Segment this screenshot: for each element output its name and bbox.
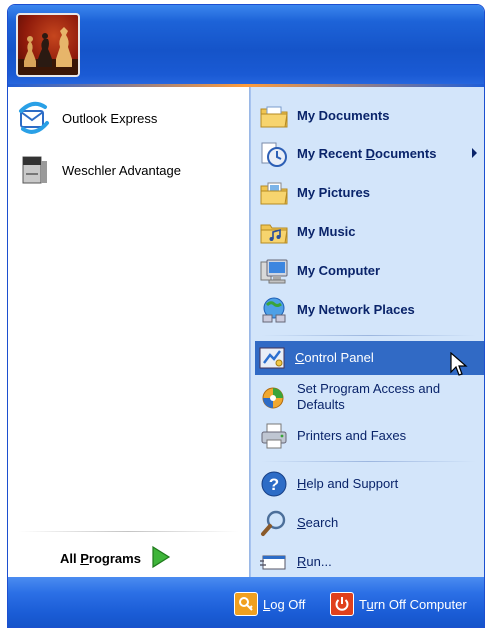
weschler-advantage-icon bbox=[16, 152, 52, 188]
start-menu-header bbox=[8, 5, 484, 87]
mouse-cursor-icon bbox=[450, 352, 468, 376]
my-network-places-label: My Network Places bbox=[297, 302, 415, 317]
recent-documents-icon bbox=[257, 137, 291, 171]
search-item[interactable]: Search bbox=[257, 506, 483, 540]
weschler-advantage-item[interactable]: Weschler Advantage bbox=[16, 149, 242, 191]
log-off-label: Log Off bbox=[263, 596, 306, 612]
my-computer-item[interactable]: My Computer bbox=[257, 254, 483, 288]
start-menu: Outlook Express Weschler Advantage All P… bbox=[7, 4, 485, 628]
turn-off-computer-button[interactable]: Turn Off Computer bbox=[330, 591, 467, 617]
program-access-icon bbox=[257, 380, 291, 414]
my-recent-documents-item[interactable]: My Recent Documents bbox=[257, 137, 483, 171]
places-separator bbox=[261, 335, 476, 336]
all-programs-label: All Programs bbox=[60, 550, 141, 566]
chess-pieces-icon bbox=[18, 27, 78, 75]
set-program-access-label: Set Program Access and Defaults bbox=[297, 381, 441, 412]
my-documents-label: My Documents bbox=[297, 108, 390, 123]
my-music-label: My Music bbox=[297, 224, 356, 239]
power-icon bbox=[330, 592, 354, 616]
turn-off-label: Turn Off Computer bbox=[359, 596, 467, 612]
my-recent-documents-label: My Recent Documents bbox=[297, 146, 437, 161]
printers-and-faxes-item[interactable]: Printers and Faxes bbox=[257, 419, 483, 453]
control-panel-icon bbox=[255, 341, 289, 375]
green-arrow-icon bbox=[151, 545, 171, 572]
network-places-icon bbox=[257, 293, 291, 327]
help-and-support-label: Help and Support bbox=[297, 476, 399, 491]
log-off-icon bbox=[234, 592, 258, 616]
log-off-button[interactable]: Log Off bbox=[234, 591, 305, 617]
printers-and-faxes-label: Printers and Faxes bbox=[297, 428, 407, 443]
search-icon bbox=[257, 506, 291, 540]
svg-text:?: ? bbox=[269, 475, 279, 494]
my-music-item[interactable]: My Music bbox=[257, 215, 483, 249]
pinned-programs-panel: Outlook Express Weschler Advantage All P… bbox=[8, 87, 250, 577]
my-computer-label: My Computer bbox=[297, 263, 381, 278]
my-network-places-item[interactable]: My Network Places bbox=[257, 293, 483, 327]
weschler-advantage-label: Weschler Advantage bbox=[62, 162, 181, 178]
all-programs-separator bbox=[18, 531, 239, 532]
help-icon: ? bbox=[257, 467, 291, 501]
help-and-support-item[interactable]: ? Help and Support bbox=[257, 467, 483, 501]
control-panel-label: Control Panel bbox=[295, 350, 374, 365]
set-program-access-item[interactable]: Set Program Access and Defaults bbox=[257, 379, 483, 415]
run-item[interactable]: Run... bbox=[257, 545, 483, 579]
printer-icon bbox=[257, 419, 291, 453]
my-music-folder-icon bbox=[257, 215, 291, 249]
my-pictures-item[interactable]: My Pictures bbox=[257, 176, 483, 210]
places-panel: My Documents My Recent Documents My Pict… bbox=[250, 87, 484, 579]
run-icon bbox=[257, 545, 291, 579]
my-documents-item[interactable]: My Documents bbox=[257, 99, 483, 133]
outlook-express-label: Outlook Express bbox=[62, 110, 158, 126]
submenu-arrow-icon bbox=[472, 148, 477, 158]
my-pictures-folder-icon bbox=[257, 176, 291, 210]
outlook-express-item[interactable]: Outlook Express bbox=[16, 97, 242, 139]
settings-separator bbox=[261, 461, 476, 462]
outlook-express-icon bbox=[16, 100, 52, 136]
my-pictures-label: My Pictures bbox=[297, 185, 370, 200]
all-programs-button[interactable]: All Programs bbox=[60, 543, 210, 573]
my-computer-icon bbox=[257, 254, 291, 288]
search-label: Search bbox=[297, 515, 339, 530]
my-documents-folder-icon bbox=[257, 99, 291, 133]
run-label: Run... bbox=[297, 554, 332, 569]
user-avatar[interactable] bbox=[16, 13, 80, 77]
start-menu-footer: Log Off Turn Off Computer bbox=[8, 577, 484, 627]
